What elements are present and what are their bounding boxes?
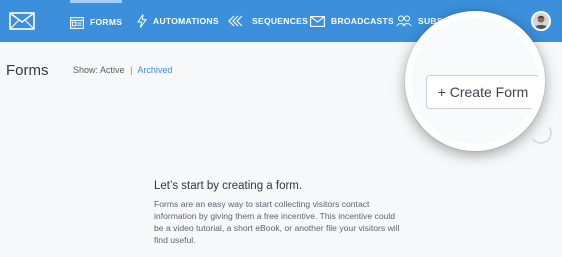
mail-icon — [310, 15, 325, 27]
show-filter: Show: Active | Archived — [73, 65, 172, 75]
show-label: Show: — [73, 65, 99, 75]
magnifier-callout: + Create Form — [405, 11, 545, 151]
nav-item-forms[interactable]: FORMS — [70, 0, 123, 42]
nav-item-broadcasts[interactable]: BROADCASTS — [310, 0, 394, 42]
brand-logo[interactable] — [0, 0, 44, 42]
filter-active-link[interactable]: Active — [100, 65, 125, 75]
nav-item-label: BROADCASTS — [331, 15, 394, 26]
user-avatar[interactable] — [531, 11, 551, 31]
nav-item-label: AUTOMATIONS — [153, 15, 219, 26]
nav-item-sequences[interactable]: SEQUENCES — [228, 0, 308, 42]
nav-item-label: SEQUENCES — [252, 15, 309, 26]
filter-separator: | — [130, 65, 133, 75]
app-root: FORMS AUTOMATIONS SEQUENCES BROADCASTS S… — [0, 0, 562, 257]
form-icon — [70, 16, 84, 29]
envelope-logo-icon — [9, 12, 35, 30]
sequence-icon — [228, 15, 246, 27]
create-form-button[interactable]: + Create Form — [426, 75, 538, 109]
page-title: Forms — [6, 62, 49, 79]
filter-archived-link[interactable]: Archived — [137, 65, 172, 75]
lightning-icon — [137, 14, 147, 28]
nav-item-label: FORMS — [90, 17, 123, 28]
empty-state-body: Forms are an easy way to start collectin… — [154, 199, 400, 245]
magnifier-handle — [528, 120, 554, 146]
avatar-icon — [533, 13, 549, 29]
nav-item-automations[interactable]: AUTOMATIONS — [137, 0, 219, 42]
empty-state-heading: Let’s start by creating a form. — [154, 180, 303, 192]
users-icon — [396, 15, 412, 27]
